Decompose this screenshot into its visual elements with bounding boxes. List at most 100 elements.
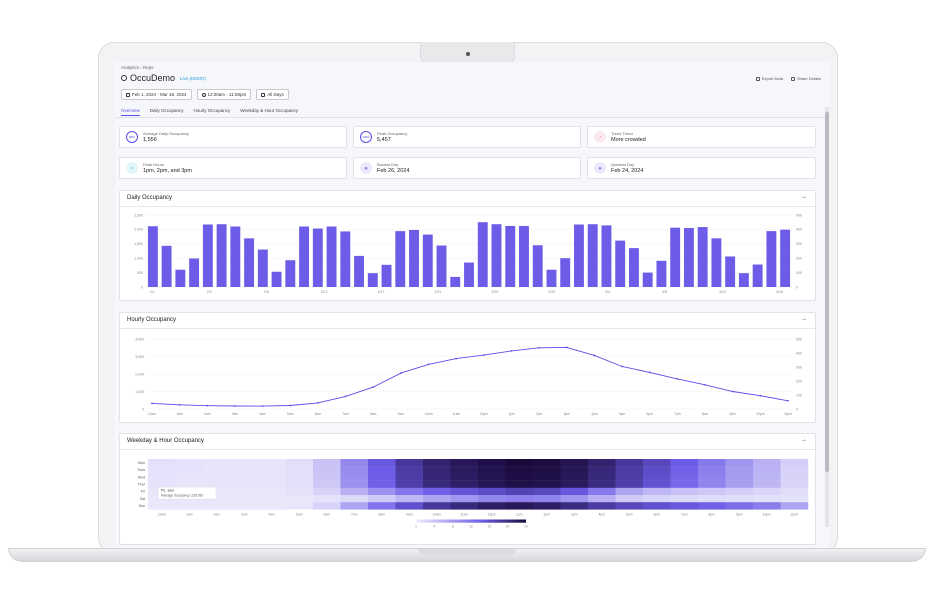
- filter-bar: Feb 1, 2024 - Mar 18, 2024 12:00am - 11:…: [121, 89, 289, 100]
- heat-cell: [533, 487, 561, 496]
- heat-cell: [450, 459, 479, 467]
- data-point: [151, 402, 153, 405]
- heat-cell: [148, 466, 176, 474]
- heat-cell: [643, 495, 671, 503]
- heat-cell: [698, 502, 726, 510]
- heat-cell: [395, 459, 424, 467]
- x-tick-label: 11pm: [790, 512, 798, 516]
- heat-cell: [175, 473, 204, 481]
- heat-cell: [395, 473, 424, 481]
- y2-tick-label: 0: [796, 285, 798, 289]
- heat-cell: [725, 487, 754, 496]
- heat-cell: [258, 466, 286, 474]
- heat-cell: [753, 480, 781, 488]
- tab-weekday-hour-occupancy[interactable]: Weekday & Hour Occupancy: [240, 108, 298, 116]
- tab-overview[interactable]: Overview: [121, 108, 140, 116]
- heat-cell: [560, 495, 589, 503]
- calendar-icon: [261, 92, 266, 97]
- row-label: Tues: [137, 468, 145, 472]
- y2-tick-label: 400: [796, 351, 802, 355]
- export-button[interactable]: Export Data: [755, 76, 783, 81]
- x-tick-label: 12pm: [488, 512, 497, 516]
- bar: [670, 227, 681, 287]
- heat-cell: [230, 459, 259, 467]
- heat-cell: [780, 473, 809, 481]
- heat-cell: [368, 495, 396, 503]
- y2-tick-label: 200: [796, 379, 802, 383]
- data-point: [289, 404, 292, 407]
- x-tick-label: 6am: [324, 512, 331, 516]
- data-point: [317, 401, 319, 404]
- heat-cell: [533, 466, 561, 474]
- x-tick-label: 4pm: [591, 412, 598, 416]
- heat-cell: [505, 502, 534, 510]
- bar: [711, 238, 722, 287]
- heat-cell: [478, 466, 506, 474]
- page-title: OccuDemo: [130, 73, 176, 83]
- x-tick-label: 9am: [406, 512, 413, 516]
- x-tick-label: 7am: [342, 412, 349, 416]
- bar: [367, 273, 378, 287]
- x-tick-label: 2pm: [536, 412, 543, 416]
- heat-cell: [258, 459, 286, 467]
- tooltip-title: Fri, 1am: [161, 489, 174, 493]
- heat-cell: [175, 466, 204, 474]
- bar: [546, 269, 557, 287]
- heat-cell: [285, 480, 314, 488]
- data-point: [676, 378, 679, 380]
- data-point: [234, 405, 236, 407]
- heat-cell: [588, 502, 616, 510]
- x-tick-label: 4am: [259, 412, 266, 416]
- heat-cell: [670, 502, 699, 510]
- heat-cell: [450, 466, 479, 474]
- date-range-picker[interactable]: Feb 1, 2024 - Mar 18, 2024: [121, 89, 192, 100]
- heat-cell: [450, 495, 479, 503]
- heat-cell: [643, 466, 671, 474]
- x-tick-label: 2/21: [435, 290, 442, 294]
- x-tick-label: 3pm: [571, 512, 578, 516]
- breadcrumb[interactable]: Analytics › Reps: [121, 65, 154, 70]
- y2-tick-label: 0: [796, 407, 798, 411]
- x-tick-label: 3/4: [605, 290, 610, 294]
- bar: [409, 229, 419, 287]
- heat-cell: [340, 466, 369, 474]
- bar: [642, 272, 653, 287]
- tab-hourly-occupancy[interactable]: Hourly Occupancy: [194, 108, 231, 116]
- time-range-picker[interactable]: 12:00am - 11:59pm: [196, 89, 252, 100]
- bar: [175, 269, 186, 287]
- heat-cell: [368, 466, 396, 474]
- tooltip-text: Average Occupancy: 235,780: [161, 493, 203, 497]
- series-line: [151, 346, 789, 407]
- bar: [285, 260, 296, 287]
- heat-cell: [505, 487, 534, 496]
- heat-cell: [258, 495, 286, 503]
- heat-cell: [560, 466, 589, 474]
- y2-tick-label: 200: [796, 257, 802, 261]
- share-icon: [790, 76, 795, 81]
- y2-tick-label: 500: [796, 337, 802, 341]
- tab-daily-occupancy[interactable]: Daily Occupancy: [150, 108, 184, 116]
- data-point: [704, 383, 706, 386]
- heat-cell: [560, 480, 589, 488]
- heat-cell: [588, 459, 616, 467]
- heat-cell: [560, 459, 589, 467]
- heat-cell: [533, 495, 561, 503]
- x-tick-label: 2/12: [321, 290, 328, 294]
- heat-cell: [478, 480, 506, 488]
- x-tick-label: 6pm: [647, 412, 654, 416]
- heat-cell: [230, 487, 259, 496]
- row-label: Thur: [138, 483, 146, 487]
- heat-cell: [533, 502, 561, 510]
- scrollbar-thumb[interactable]: [825, 112, 829, 472]
- logo-icon: [121, 75, 127, 81]
- days-picker[interactable]: All Days: [256, 89, 289, 100]
- heat-cell: [753, 487, 781, 496]
- x-tick-label: 5pm: [619, 412, 626, 416]
- heat-cell: [313, 473, 341, 481]
- heat-cell: [478, 495, 506, 503]
- heat-cell: [230, 502, 259, 510]
- data-point: [759, 394, 762, 397]
- share-button[interactable]: Share Details: [790, 76, 821, 81]
- heat-cell: [423, 480, 451, 488]
- heat-cell: [203, 473, 231, 481]
